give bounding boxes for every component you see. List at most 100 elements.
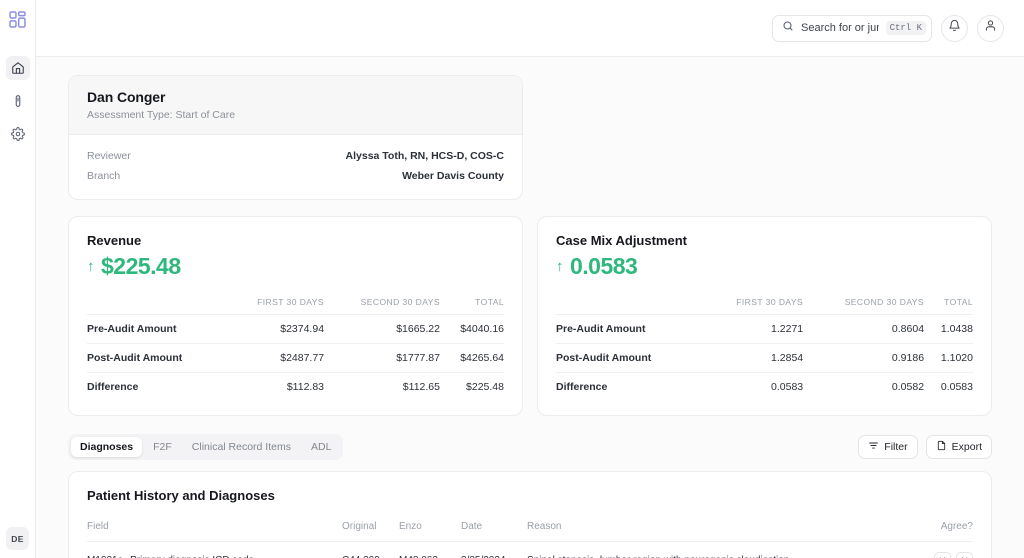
search-input[interactable]: Search for or jump to Ctrl K: [772, 14, 932, 42]
tab-diagnoses[interactable]: Diagnoses: [71, 437, 143, 457]
cell-total: $225.48: [466, 381, 504, 393]
row-label: Post-Audit Amount: [556, 343, 702, 373]
trend-up-icon: ↑: [87, 258, 95, 275]
avatar[interactable]: DE: [6, 527, 29, 550]
revenue-table: FIRST 30 DAYS SECOND 30 DAYS TOTAL Pre-A…: [87, 297, 504, 401]
col-total: TOTAL: [924, 297, 973, 315]
table-row: Pre-Audit Amount 1.2271 0.8604 1.0438: [556, 314, 973, 344]
diagnoses-table-title: Patient History and Diagnoses: [87, 488, 275, 503]
user-icon: [984, 19, 997, 37]
case-mix-table: FIRST 30 DAYS SECOND 30 DAYS TOTAL Pre-A…: [556, 297, 973, 401]
search-icon: [782, 19, 794, 37]
cell-first: $2487.77: [226, 343, 325, 373]
col-label: [87, 297, 227, 315]
branch-value: Weber Davis County: [402, 170, 504, 182]
search-placeholder: Search for or jump to: [801, 22, 879, 34]
cell-total: 1.0438: [924, 314, 973, 344]
tab-clinical-record-items[interactable]: Clinical Record Items: [183, 437, 300, 457]
col-agree: Agree?: [913, 521, 973, 542]
table-row: Difference 0.0583 0.0582 0.0583: [556, 373, 973, 402]
tab-adl[interactable]: ADL: [302, 437, 340, 457]
cell-total: 1.1020: [924, 343, 973, 373]
cell-total: $4265.64: [439, 343, 504, 373]
diagnoses-table: Field Original Enzo Date Reason Agree?: [87, 521, 973, 558]
cell-second: $1665.22: [324, 314, 440, 344]
patient-card-body: Reviewer Alyssa Toth, RN, HCS-D, COS-C B…: [69, 135, 522, 199]
table-row: Post-Audit Amount $2487.77 $1777.87 $426…: [87, 343, 504, 373]
agree-yes-button[interactable]: Y: [934, 552, 951, 558]
cell-date: 3/25/2024: [461, 542, 527, 558]
page-title: Dan Conger: [87, 89, 166, 105]
cell-second: $112.65: [402, 381, 440, 393]
tab-list: Diagnoses F2F Clinical Record Items ADL: [68, 434, 344, 460]
patient-detail-row: Reviewer Alyssa Toth, RN, HCS-D, COS-C: [87, 146, 504, 166]
cell-second: $1777.87: [324, 343, 440, 373]
bell-icon: [948, 19, 961, 37]
revenue-delta-value: $225.48: [101, 253, 181, 279]
cell-original: C44.209: [342, 542, 399, 558]
sidebar-item-assessments[interactable]: [6, 89, 30, 113]
sidebar: DE: [0, 0, 36, 558]
table-header-row: FIRST 30 DAYS SECOND 30 DAYS TOTAL: [556, 297, 973, 315]
row-label: Pre-Audit Amount: [87, 314, 227, 344]
filter-icon: [868, 440, 879, 454]
app-logo-icon[interactable]: [7, 8, 29, 30]
col-reason: Reason: [527, 521, 913, 542]
col-first-30-days: FIRST 30 DAYS: [701, 297, 804, 315]
cell-reason: Spinal stenosis, lumbar region with neur…: [527, 542, 913, 558]
tab-actions: Filter Export: [858, 435, 992, 459]
filter-label: Filter: [884, 441, 908, 453]
revenue-card: Revenue ↑ $225.48 FIRST 30 DAYS SECOND 3…: [68, 216, 523, 416]
diagnoses-table-card: Patient History and Diagnoses Field Orig…: [68, 471, 992, 558]
cell-first: 1.2854: [701, 343, 804, 373]
cell-first: $112.83: [286, 381, 325, 393]
table-row: M1021a Primary diagnosis ICD code C44.20…: [87, 542, 973, 558]
filter-button[interactable]: Filter: [858, 435, 918, 459]
export-label: Export: [951, 441, 982, 453]
col-second-30-days: SECOND 30 DAYS: [324, 297, 440, 315]
table-row: Difference $112.83 $112.65 $225.48: [87, 373, 504, 402]
metrics-row: Revenue ↑ $225.48 FIRST 30 DAYS SECOND 3…: [68, 216, 992, 416]
cell-first: 0.0583: [771, 381, 804, 393]
col-total: TOTAL: [439, 297, 504, 315]
revenue-title: Revenue: [87, 233, 142, 248]
revenue-delta: ↑ $225.48: [87, 253, 504, 280]
main-area: Search for or jump to Ctrl K: [36, 0, 1024, 558]
agree-no-button[interactable]: N: [956, 552, 973, 558]
table-header-row: FIRST 30 DAYS SECOND 30 DAYS TOTAL: [87, 297, 504, 315]
col-first-30-days: FIRST 30 DAYS: [226, 297, 325, 315]
app-root: DE Search for or jump to Ctrl K: [0, 0, 1024, 558]
reviewer-label: Reviewer: [87, 150, 131, 162]
row-label: Post-Audit Amount: [87, 343, 227, 373]
cell-first: 1.2271: [701, 314, 804, 344]
row-label: Pre-Audit Amount: [556, 314, 702, 344]
case-mix-title: Case Mix Adjustment: [556, 233, 687, 248]
reviewer-value: Alyssa Toth, RN, HCS-D, COS-C: [345, 150, 504, 162]
col-field: Field: [87, 521, 342, 542]
table-row: Pre-Audit Amount $2374.94 $1665.22 $4040…: [87, 314, 504, 344]
page-content: Dan Conger Assessment Type: Start of Car…: [36, 57, 1024, 558]
document-icon: [936, 440, 947, 454]
patient-card-header: Dan Conger Assessment Type: Start of Car…: [69, 76, 522, 135]
patient-summary-card: Dan Conger Assessment Type: Start of Car…: [68, 75, 523, 200]
trend-up-icon: ↑: [556, 258, 564, 275]
search-shortcut-badge: Ctrl K: [885, 21, 926, 35]
account-button[interactable]: [977, 14, 1004, 42]
table-header-row: Field Original Enzo Date Reason Agree?: [87, 521, 973, 542]
cell-enzo: M48.062: [399, 542, 461, 558]
tabs-row: Diagnoses F2F Clinical Record Items ADL …: [68, 434, 992, 460]
notifications-button[interactable]: [941, 14, 968, 42]
col-original: Original: [342, 521, 399, 542]
sidebar-item-settings[interactable]: [6, 122, 30, 146]
tab-f2f[interactable]: F2F: [144, 437, 181, 457]
case-mix-adjustment-card: Case Mix Adjustment ↑ 0.0583 FIRST 30 DA…: [537, 216, 992, 416]
case-mix-delta-value: 0.0583: [570, 253, 638, 279]
col-label: [556, 297, 702, 315]
cell-second: 0.8604: [803, 314, 925, 344]
case-mix-delta: ↑ 0.0583: [556, 253, 973, 280]
sidebar-item-home[interactable]: [5, 56, 30, 80]
topbar: Search for or jump to Ctrl K: [36, 0, 1024, 57]
cell-second: 0.9186: [803, 343, 925, 373]
col-date: Date: [461, 521, 527, 542]
export-button[interactable]: Export: [925, 435, 992, 459]
